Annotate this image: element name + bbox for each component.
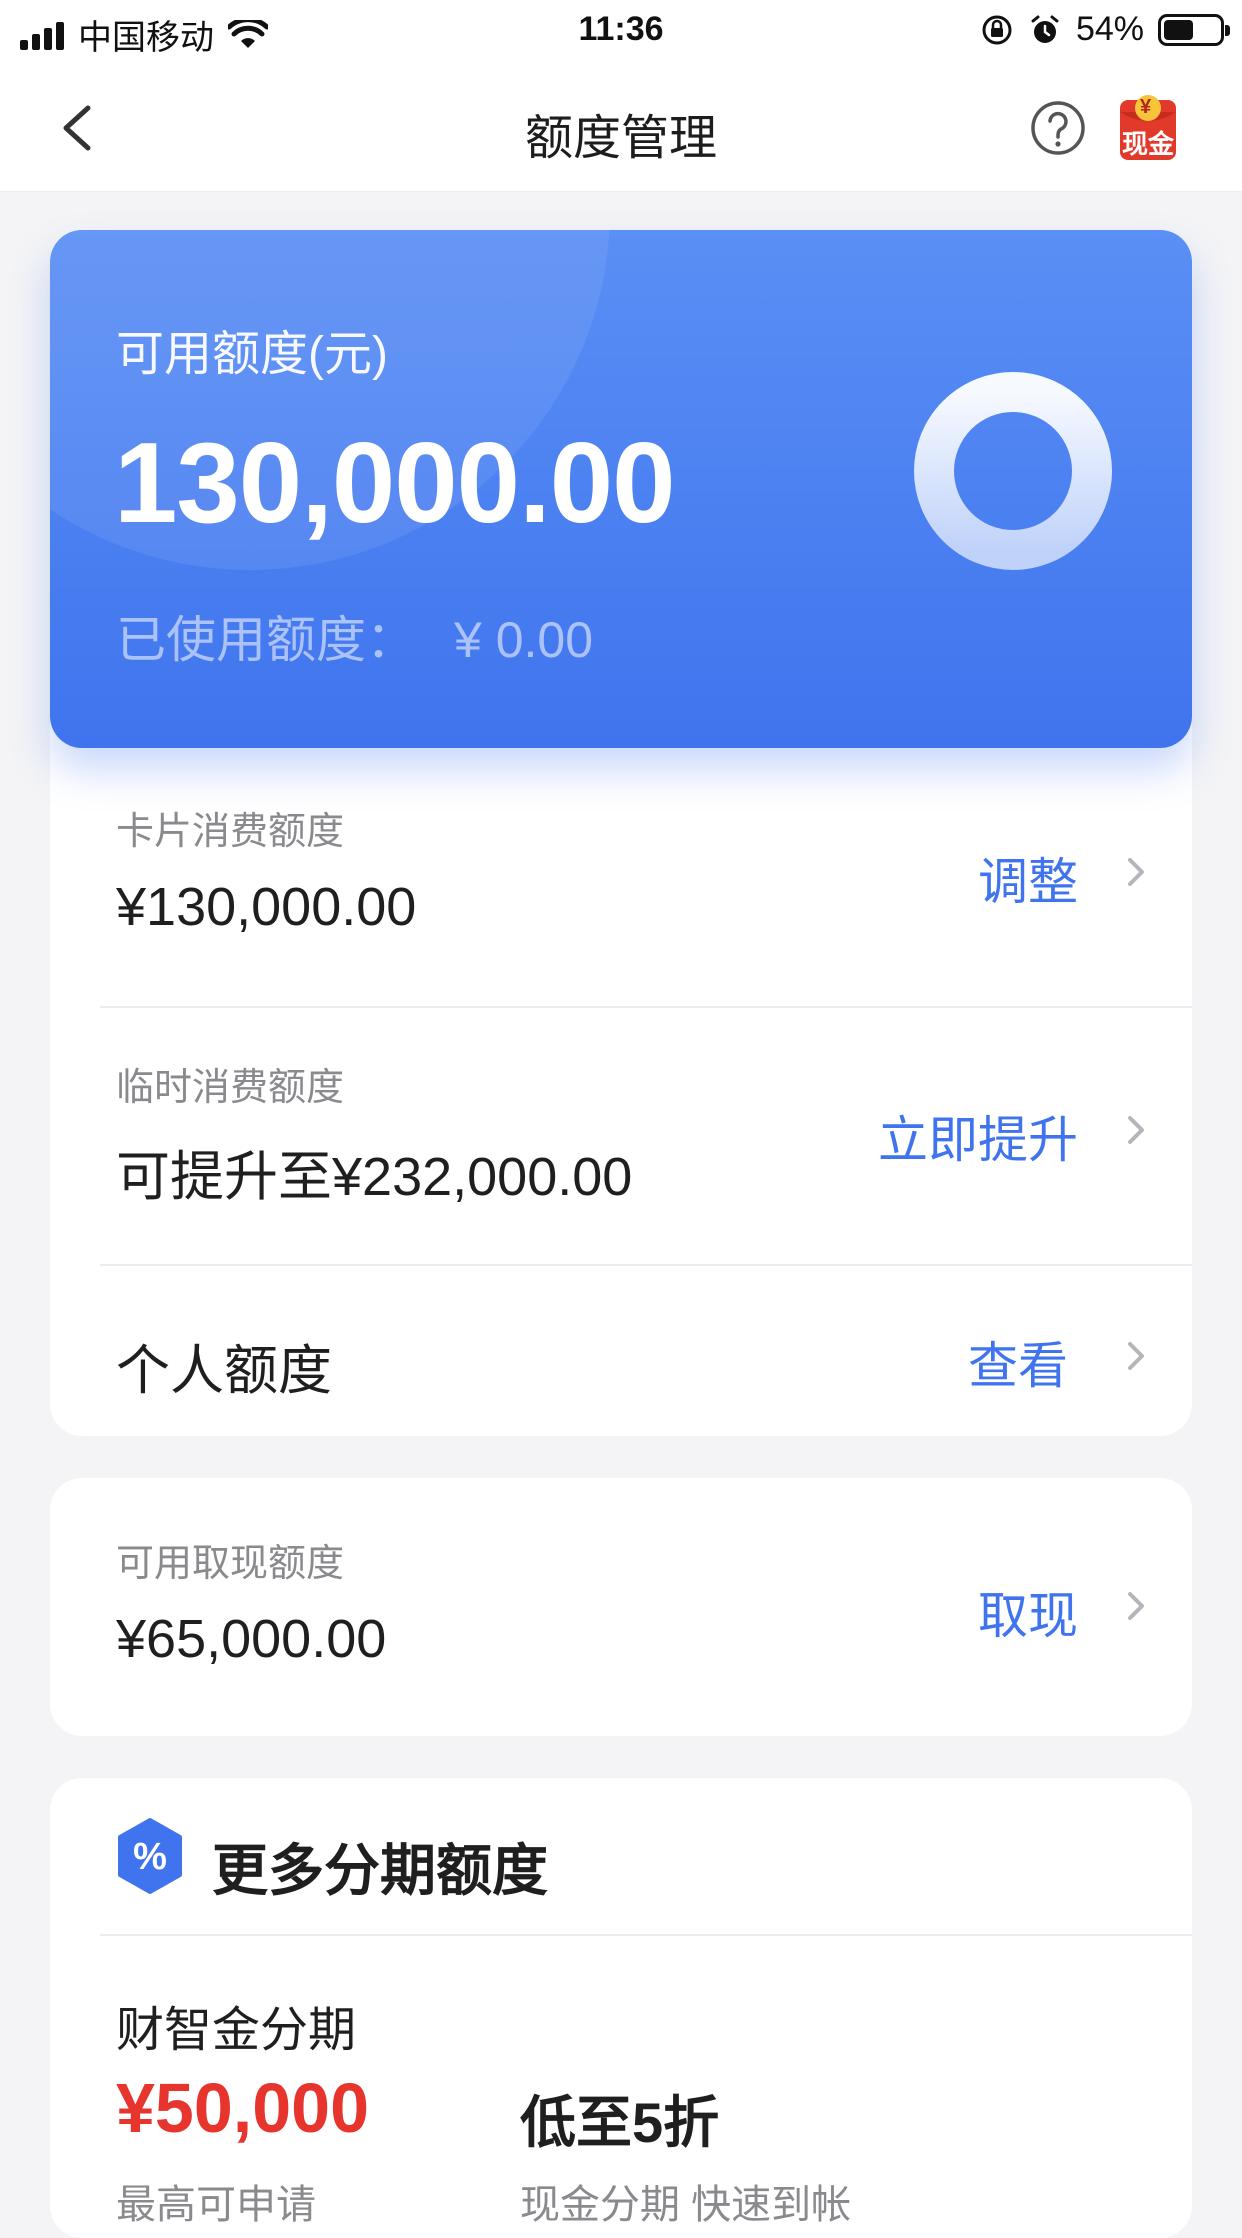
help-icon[interactable] [1028, 98, 1088, 158]
temp-limit-row[interactable]: 临时消费额度 可提升至¥232,000.00 立即提升 [50, 1008, 1192, 1264]
card-limit-value: ¥130,000.00 [116, 877, 417, 937]
chevron-right-icon [1128, 1116, 1144, 1144]
battery-percent: 54% [1075, 10, 1144, 48]
chevron-right-icon [1128, 1592, 1144, 1620]
status-bar: 中国移动 11:36 54% [0, 0, 1242, 64]
chevron-right-icon [1128, 858, 1144, 886]
more-installment-title: 更多分期额度 [212, 1839, 548, 1902]
alarm-icon [1031, 15, 1059, 43]
product-discount: 低至5折 [520, 2091, 720, 2154]
nav-bar: 额度管理 ¥ 现金 [0, 64, 1242, 192]
cash-limit-value: ¥65,000.00 [116, 1609, 387, 1669]
used-limit-label: 已使用额度： [116, 612, 416, 668]
status-right: 54% [980, 10, 1230, 49]
cash-badge-label: 现金 [1122, 129, 1175, 159]
raise-now-button[interactable]: 立即提升 [878, 1100, 1078, 1172]
used-limit: 已使用额度： ¥ 0.00 [116, 600, 593, 672]
percent-symbol: % [133, 1836, 167, 1878]
divider [100, 1934, 1192, 1936]
limits-card: 卡片消费额度 ¥130,000.00 调整 临时消费额度 可提升至¥232,00… [50, 690, 1192, 1436]
used-limit-value: ¥ 0.00 [454, 612, 594, 668]
chevron-right-icon [1128, 1342, 1144, 1370]
view-button[interactable]: 查看 [968, 1326, 1068, 1398]
temp-limit-value: 可提升至¥232,000.00 [116, 1147, 633, 1207]
cash-badge-symbol: ¥ [1140, 96, 1152, 118]
cash-limit-card[interactable]: 可用取现额度 ¥65,000.00 取现 [50, 1478, 1192, 1736]
orientation-lock-icon [982, 15, 1012, 44]
product-feature: 现金分期 快速到帐 [520, 2183, 852, 2227]
adjust-button[interactable]: 调整 [978, 842, 1078, 914]
available-limit-amount: 130,000.00 [114, 420, 676, 547]
card-limit-label: 卡片消费额度 [116, 811, 345, 853]
cash-limit-label: 可用取现额度 [116, 1543, 345, 1585]
personal-limit-label: 个人额度 [116, 1341, 332, 1401]
usage-ring-icon [914, 372, 1112, 570]
available-limit-card: 可用额度(元) 130,000.00 已使用额度： ¥ 0.00 [50, 230, 1192, 748]
product-name[interactable]: 财智金分期 [116, 1990, 356, 2060]
available-limit-label: 可用额度(元) [116, 328, 388, 381]
battery-icon [1158, 13, 1230, 46]
product-max-amount-label: 最高可申请 [116, 2183, 316, 2227]
more-installment-card: % 更多分期额度 财智金分期 ¥50,000 最高可申请 低至5折 现金分期 快… [50, 1778, 1192, 2238]
withdraw-cash-button[interactable]: 取现 [978, 1576, 1078, 1648]
personal-limit-row[interactable]: 个人额度 查看 [50, 1266, 1192, 1436]
percent-badge-icon: % [116, 1818, 184, 1894]
product-max-amount: ¥50,000 [116, 2069, 370, 2147]
temp-limit-label: 临时消费额度 [116, 1067, 345, 1109]
cash-red-packet-icon[interactable]: ¥ 现金 [1116, 90, 1180, 162]
